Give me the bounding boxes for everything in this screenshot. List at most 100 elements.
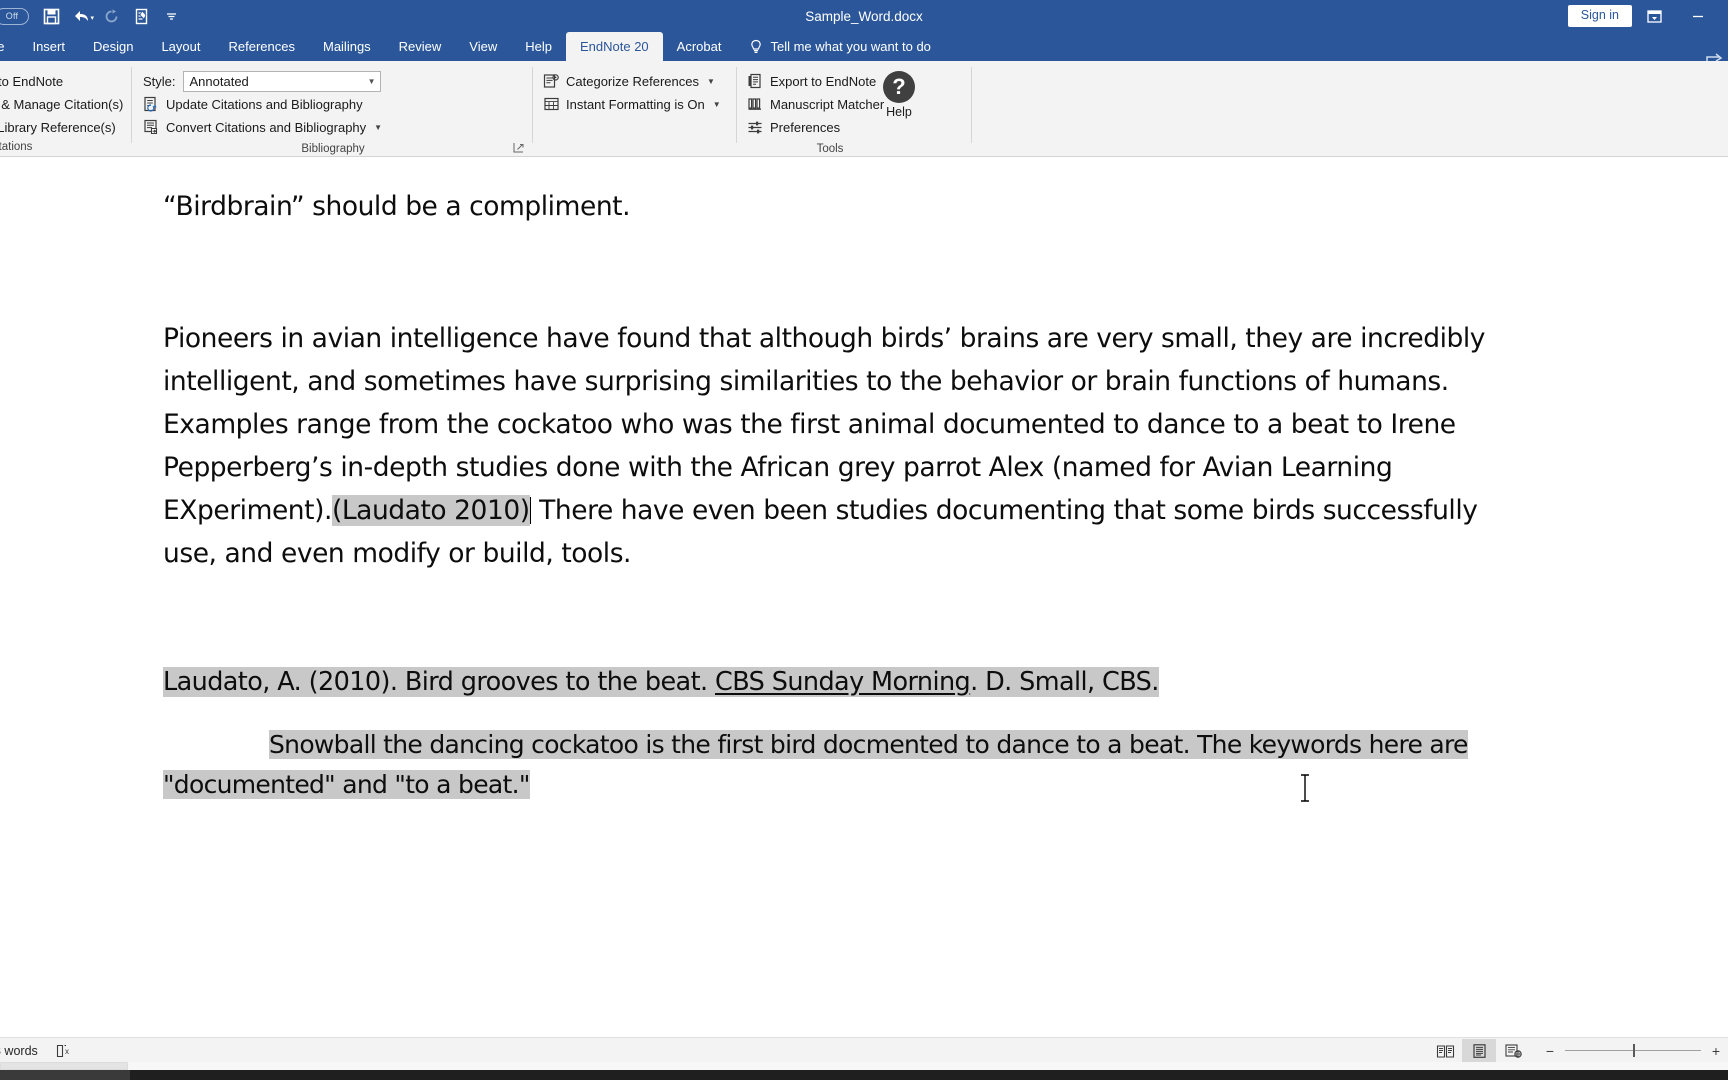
zoom-out-button[interactable]: −	[1544, 1043, 1556, 1059]
horizontal-scrollbar-thumb[interactable]	[0, 1062, 128, 1070]
endnote-citation-field[interactable]: (Laudato 2010)	[331, 495, 530, 526]
export-to-endnote-label: Export to EndNote	[770, 74, 877, 89]
sign-in-button[interactable]: Sign in	[1567, 5, 1632, 27]
update-citations-bibliography-button[interactable]: Update Citations and Bibliography	[143, 93, 363, 116]
tab-mailings[interactable]: Mailings	[309, 32, 385, 61]
chevron-down-icon	[166, 12, 176, 20]
status-bar: 3 words x	[0, 1037, 1728, 1063]
print-layout-button[interactable]	[1462, 1038, 1496, 1063]
dialog-launcher-icon	[513, 143, 524, 153]
convert-citations-bibliography-button[interactable]: Convert Citations and Bibliography ▼	[143, 116, 382, 139]
svg-text:x: x	[65, 1047, 69, 1056]
zoom-in-button[interactable]: +	[1710, 1043, 1722, 1059]
bibliography-annotation-text: Snowball the dancing cockatoo is the fir…	[163, 730, 1468, 799]
read-mode-icon	[1436, 1044, 1454, 1058]
update-citations-bibliography-label: Update Citations and Bibliography	[166, 97, 363, 112]
chevron-down-icon: ▼	[367, 77, 376, 86]
bibliography-dialog-launcher[interactable]	[513, 142, 525, 154]
word-application-window: Off ▾ Sample_Word.docx Sign in e Insert …	[0, 0, 1728, 1080]
ribbon-group-tools-section: Export to EndNote ▼ Manuscript Matcher	[737, 61, 972, 157]
zoom-slider-thumb[interactable]	[1633, 1044, 1635, 1057]
bibliography-entry[interactable]: Laudato, A. (2010). Bird grooves to the …	[163, 660, 1523, 704]
tab-acrobat[interactable]: Acrobat	[663, 32, 736, 61]
ribbon-group-citations: to EndNote t & Manage Citation(s) t Libr…	[0, 61, 132, 157]
save-button[interactable]	[36, 3, 66, 29]
style-label: Style:	[143, 74, 176, 89]
preferences-icon	[747, 119, 764, 136]
ribbon-group-bibliography: Style: Annotated ▼ Update Citations and …	[133, 61, 533, 157]
manuscript-matcher-button[interactable]: Manuscript Matcher	[747, 93, 884, 116]
insert-library-reference-label: t Library Reference(s)	[0, 120, 116, 135]
help-label: Help	[886, 105, 912, 119]
go-to-endnote-button[interactable]: to EndNote	[0, 70, 63, 93]
redo-button[interactable]	[96, 3, 126, 29]
document-page[interactable]: “Birdbrain” should be a compliment. Pion…	[0, 157, 1728, 1037]
read-mode-button[interactable]	[1428, 1039, 1462, 1063]
tab-insert[interactable]: Insert	[18, 32, 79, 61]
ribbon-tabs: ne Insert Design Layout References Maili…	[0, 32, 1728, 66]
insert-library-reference-button[interactable]: t Library Reference(s)	[0, 116, 116, 139]
print-preview-button[interactable]	[126, 3, 156, 29]
tab-layout[interactable]: Layout	[147, 32, 214, 61]
export-to-endnote-icon	[747, 73, 764, 90]
style-row: Style: Annotated ▼	[143, 70, 381, 93]
insert-citation-label: t & Manage Citation(s)	[0, 97, 124, 112]
web-layout-icon	[1504, 1043, 1522, 1058]
word-count[interactable]: 3 words	[0, 1044, 38, 1058]
chevron-down-icon: ▾	[90, 15, 94, 22]
undo-button[interactable]: ▾	[66, 3, 96, 29]
window-controls: Sign in	[1567, 0, 1720, 32]
ribbon-group-citations-label: itations	[0, 141, 33, 153]
print-layout-icon	[1472, 1043, 1486, 1058]
style-value: Annotated	[189, 74, 249, 89]
tab-review[interactable]: Review	[385, 32, 456, 61]
convert-bibliography-icon	[143, 119, 160, 136]
zoom-slider[interactable]	[1565, 1044, 1701, 1057]
save-icon	[43, 8, 59, 24]
tab-view[interactable]: View	[455, 32, 511, 61]
bib-entry-post: . D. Small, CBS.	[970, 667, 1159, 697]
paragraph-title: “Birdbrain” should be a compliment.	[163, 191, 631, 222]
quick-access-toolbar: Off ▾	[0, 0, 186, 32]
bibliography-annotation[interactable]: Snowball the dancing cockatoo is the fir…	[163, 725, 1563, 805]
preferences-button[interactable]: Preferences	[747, 116, 840, 139]
taskbar-segment	[0, 1070, 130, 1080]
title-bar: Off ▾ Sample_Word.docx Sign in	[0, 0, 1728, 32]
zoom-control: − +	[1544, 1043, 1722, 1059]
desktop-taskbar	[0, 1070, 1728, 1080]
tab-endnote-20[interactable]: EndNote 20	[566, 32, 663, 61]
group-separator	[971, 67, 972, 143]
tab-design[interactable]: Design	[79, 32, 147, 61]
tell-me-search[interactable]: Tell me what you want to do	[735, 32, 940, 61]
manuscript-matcher-icon	[747, 96, 764, 113]
ribbon-display-options-icon	[1646, 9, 1662, 23]
toggle-off-icon: Off	[0, 7, 29, 25]
minimize-icon	[1693, 15, 1703, 18]
tab-home[interactable]: ne	[0, 32, 18, 61]
export-to-endnote-button[interactable]: Export to EndNote ▼	[747, 70, 892, 93]
tab-help[interactable]: Help	[511, 32, 566, 61]
help-button[interactable]: ? Help	[883, 67, 915, 119]
ribbon-group-tools	[538, 61, 727, 157]
horizontal-scrollbar[interactable]	[0, 1062, 1728, 1070]
undo-icon	[74, 10, 88, 21]
web-layout-button[interactable]	[1496, 1039, 1530, 1063]
tab-references[interactable]: References	[215, 32, 309, 61]
paragraph-main: Pioneers in avian intelligence have foun…	[163, 317, 1523, 575]
ribbon-group-bibliography-label: Bibliography	[301, 143, 365, 155]
minimize-button[interactable]	[1676, 0, 1720, 32]
touch-mode-toggle[interactable]: Off	[0, 3, 36, 29]
insert-citation-button[interactable]: t & Manage Citation(s)	[0, 93, 123, 116]
customize-qat-button[interactable]	[156, 3, 186, 29]
manuscript-matcher-label: Manuscript Matcher	[770, 97, 885, 112]
style-dropdown[interactable]: Annotated ▼	[182, 71, 381, 92]
preferences-label: Preferences	[770, 120, 841, 135]
ribbon-group-tools-label: Tools	[816, 143, 844, 155]
proofing-errors-icon[interactable]: x	[54, 1042, 74, 1060]
help-question-icon: ?	[883, 71, 915, 103]
ribbon-display-options-button[interactable]	[1632, 0, 1676, 32]
bib-entry-source: CBS Sunday Morning	[715, 667, 971, 697]
document-canvas[interactable]: “Birdbrain” should be a compliment. Pion…	[0, 157, 1728, 1037]
lightbulb-icon	[751, 39, 762, 53]
document-icon	[135, 8, 147, 24]
